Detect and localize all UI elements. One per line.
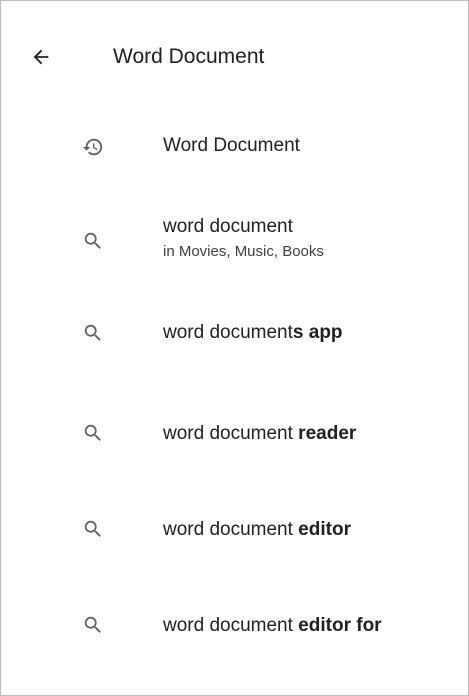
screen: Word Document word document in Movies, M… — [0, 0, 469, 696]
suggestion-text: word documents app — [163, 322, 343, 343]
history-icon — [81, 135, 105, 159]
suggestion-item[interactable]: word document editor for — [1, 605, 468, 695]
suggestion-item[interactable]: word document editor — [1, 509, 468, 605]
suggestion-text: word document — [163, 216, 293, 237]
search-input[interactable] — [113, 39, 453, 75]
arrow-back-icon — [33, 49, 49, 65]
suggestion-text: Word Document — [163, 135, 300, 156]
search-bar — [1, 1, 468, 111]
search-icon — [81, 229, 105, 253]
search-icon — [81, 421, 105, 445]
suggestion-subtext: in Movies, Music, Books — [163, 243, 324, 260]
search-icon — [81, 321, 105, 345]
search-icon — [81, 517, 105, 541]
suggestion-text: word document editor — [163, 519, 351, 540]
suggestion-item[interactable]: word document in Movies, Music, Books — [1, 189, 468, 299]
suggestion-item[interactable]: word documents app — [1, 309, 468, 405]
suggestion-text: word document reader — [163, 423, 357, 444]
suggestion-item[interactable]: word document reader — [1, 413, 468, 509]
search-icon — [81, 613, 105, 637]
back-button[interactable] — [27, 43, 55, 71]
suggestion-text: word document editor for — [163, 615, 382, 636]
